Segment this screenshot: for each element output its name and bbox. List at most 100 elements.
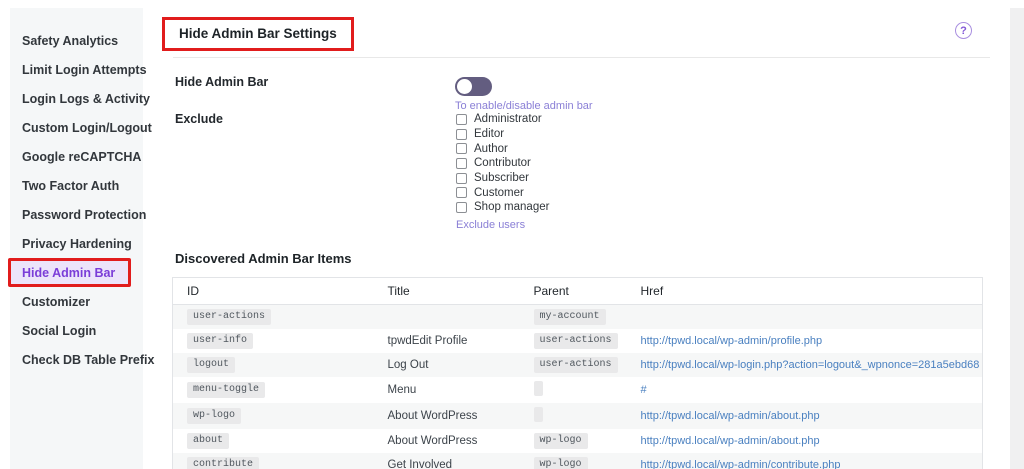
role-checkbox[interactable] <box>456 128 467 140</box>
scrollbar-track[interactable] <box>1010 8 1024 469</box>
role-checkbox[interactable] <box>456 143 467 155</box>
href-link[interactable]: http://tpwd.local/wp-admin/about.php <box>641 435 820 447</box>
cell-parent: my-account <box>519 304 627 329</box>
toggle-hint-text: To enable/disable admin bar <box>455 100 593 112</box>
role-row: Contributor <box>456 156 549 171</box>
cell-title: Menu <box>374 377 520 403</box>
role-checkbox[interactable] <box>456 172 467 184</box>
main-content: Hide Admin Bar Settings ? Hide Admin Bar… <box>162 0 990 469</box>
role-label: Shop manager <box>474 201 550 214</box>
role-checkbox[interactable] <box>456 157 467 169</box>
title-text: tpwdEdit Profile <box>387 335 468 347</box>
role-label: Contributor <box>474 157 531 170</box>
cell-parent <box>519 403 627 429</box>
sidebar-item-google-recaptcha[interactable]: Google reCAPTCHA <box>10 142 143 171</box>
id-badge: menu-toggle <box>187 382 266 398</box>
role-checkbox[interactable] <box>456 201 467 213</box>
title-text: Menu <box>387 384 417 396</box>
cell-id: logout <box>172 353 374 377</box>
cell-title: Log Out <box>373 353 520 377</box>
cell-parent: wp-logo <box>520 429 627 453</box>
id-badge: contribute <box>187 457 260 469</box>
id-badge: user-actions <box>187 309 272 325</box>
sidebar-nav: Safety Analytics Limit Login Attempts Logi… <box>8 8 154 469</box>
href-link[interactable]: http://tpwd.local/wp-admin/contribute.ph… <box>641 459 841 469</box>
id-badge: wp-logo <box>187 408 242 424</box>
cell-id: user-info <box>173 329 374 353</box>
sidebar-item-privacy-hardening[interactable]: Privacy Hardening <box>10 229 143 258</box>
role-row: Administrator <box>456 112 549 127</box>
parent-badge: user-actions <box>533 357 618 373</box>
hide-admin-bar-toggle[interactable] <box>455 77 492 96</box>
id-badge: logout <box>187 357 236 373</box>
plugin-settings-screen: Safety Analytics Limit Login Attempts Logi… <box>0 0 1024 469</box>
parent-badge <box>533 407 543 422</box>
sidebar-item-customizer[interactable]: Customizer <box>10 287 143 316</box>
column-header: Href <box>626 277 983 305</box>
sidebar-item-hide-admin-bar[interactable]: Hide Admin Bar <box>8 258 131 287</box>
sidebar-item-custom-login-logout[interactable]: Custom Login/Logout <box>10 113 152 142</box>
title-text: Get Involved <box>387 459 453 469</box>
parent-badge: wp-logo <box>533 457 588 469</box>
title-text: Log Out <box>387 359 429 371</box>
sidebar-item-social-login[interactable]: Social Login <box>10 316 143 345</box>
page-title: Hide Admin Bar Settings <box>162 17 354 51</box>
sidebar-item-login-logs-activity[interactable]: Login Logs & Activity <box>10 84 150 113</box>
cell-parent: user-actions <box>520 329 627 353</box>
sidebar-item-safety-analytics[interactable]: Safety Analytics <box>10 26 143 55</box>
parent-badge: user-actions <box>533 333 618 349</box>
href-link[interactable]: http://tpwd.local/wp-login.php?action=lo… <box>641 359 980 371</box>
cell-parent <box>520 377 627 403</box>
column-header: ID <box>172 277 374 305</box>
cell-title <box>373 304 520 329</box>
cell-title: About WordPress <box>373 403 520 429</box>
column-header: Title <box>373 277 520 305</box>
cell-href <box>626 304 983 329</box>
role-label: Author <box>474 142 508 155</box>
href-link[interactable]: http://tpwd.local/wp-admin/about.php <box>641 410 820 422</box>
role-label: Subscriber <box>474 172 529 185</box>
column-header: Parent <box>519 277 627 305</box>
role-label: Editor <box>474 128 505 141</box>
parent-badge: wp-logo <box>533 433 588 449</box>
cell-id: wp-logo <box>172 403 374 429</box>
sidebar-item-password-protection[interactable]: Password Protection <box>10 200 146 229</box>
cell-href: http://tpwd.local/wp-login.php?action=lo… <box>626 353 983 377</box>
role-row: Customer <box>456 185 549 200</box>
cell-id: user-actions <box>172 304 374 329</box>
table-row: user-info tpwdEdit Profile user-actions htt… <box>173 329 983 353</box>
role-label: Customer <box>474 186 524 199</box>
cell-id: menu-toggle <box>173 377 374 403</box>
hide-admin-bar-label: Hide Admin Bar <box>175 75 269 89</box>
table-row: wp-logo About WordPress http://tpwd.local/… <box>172 403 983 429</box>
toggle-knob <box>457 79 472 94</box>
cell-href: http://tpwd.local/wp-admin/about.php <box>627 429 983 453</box>
role-checkbox[interactable] <box>456 113 467 125</box>
cell-id: contribute <box>172 453 374 469</box>
role-row: Editor <box>456 127 549 142</box>
cell-href: http://tpwd.local/wp-admin/contribute.ph… <box>626 453 983 469</box>
role-row: Subscriber <box>456 171 549 186</box>
header-divider <box>173 57 990 58</box>
sidebar-item-two-factor-auth[interactable]: Two Factor Auth <box>10 171 143 200</box>
cell-href: http://tpwd.local/wp-admin/profile.php <box>627 329 983 353</box>
cell-parent: user-actions <box>519 353 627 377</box>
sidebar-item-limit-login-attempts[interactable]: Limit Login Attempts <box>10 55 147 84</box>
cell-title: About WordPress <box>374 429 520 453</box>
cell-href: # <box>627 377 983 403</box>
sidebar-item-check-db-table-prefix[interactable]: Check DB Table Prefix <box>10 345 154 374</box>
role-label: Administrator <box>474 113 542 126</box>
exclude-roles-list: Administrator Editor Author Contributor Subs… <box>456 112 549 231</box>
table-header-row: ID Title Parent Href <box>172 277 983 305</box>
exclude-users-link[interactable]: Exclude users <box>456 219 549 231</box>
href-link[interactable]: http://tpwd.local/wp-admin/profile.php <box>641 335 823 347</box>
role-checkbox[interactable] <box>456 187 467 199</box>
cell-title: Get Involved <box>373 453 520 469</box>
href-link[interactable]: # <box>641 384 647 396</box>
table-row: user-actions my-account <box>172 304 983 329</box>
table-heading: Discovered Admin Bar Items <box>175 251 352 266</box>
role-row: Shop manager <box>456 200 549 215</box>
admin-bar-items-table: ID Title Parent Href user-actions my-account… <box>172 277 983 469</box>
help-icon[interactable]: ? <box>955 22 972 39</box>
parent-badge <box>533 381 543 396</box>
